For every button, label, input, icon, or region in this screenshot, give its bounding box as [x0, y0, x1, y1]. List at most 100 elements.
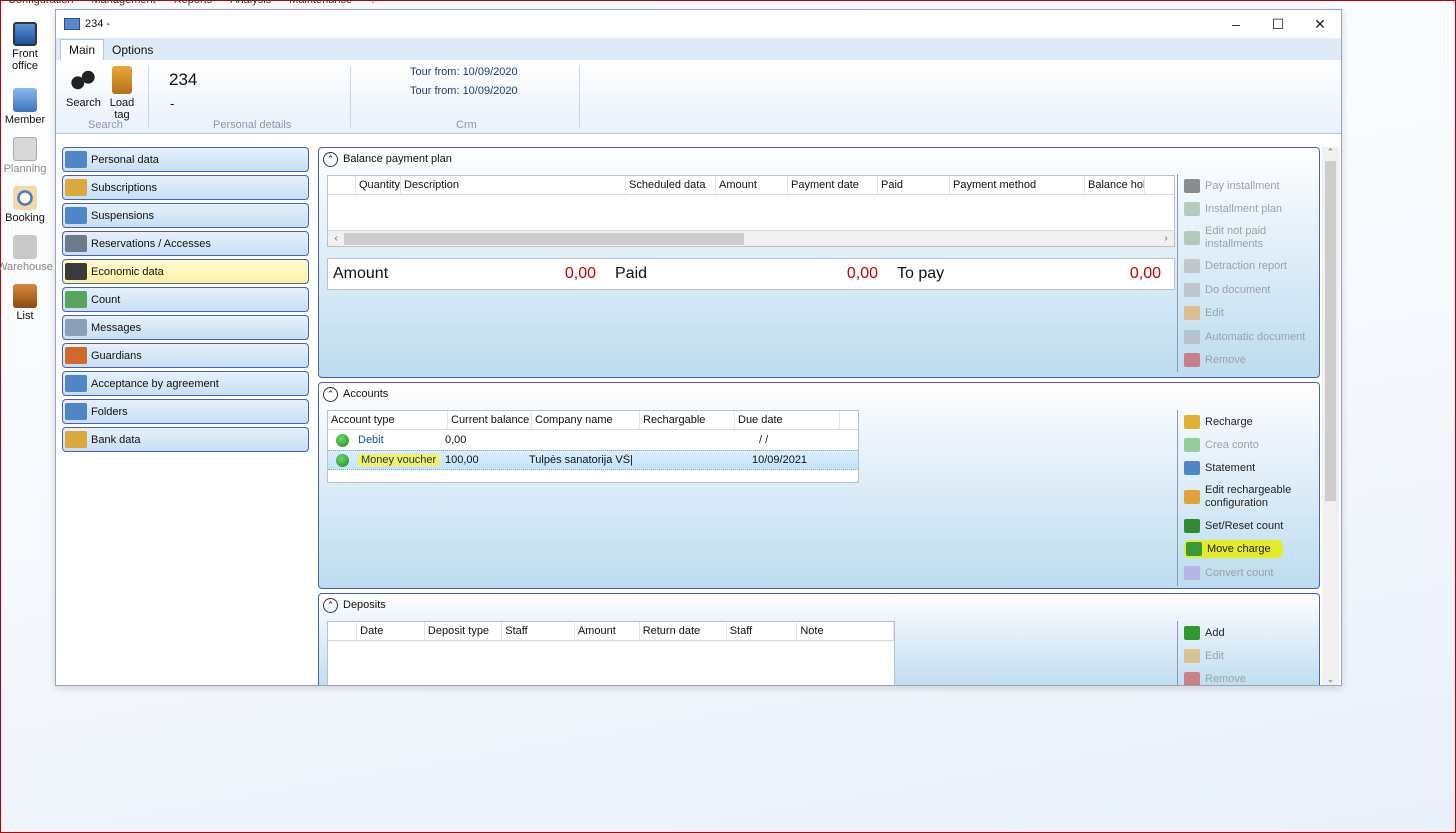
set-reset-count-button[interactable]: Set/Reset count: [1178, 514, 1319, 537]
column-header[interactable]: Due date: [735, 411, 840, 429]
menu-maintenance[interactable]: Maintenance: [289, 0, 352, 8]
automatic-document-button[interactable]: Automatic document: [1178, 325, 1319, 348]
nav-item-bank-data[interactable]: Bank data: [62, 427, 309, 452]
move-charge-button[interactable]: Move charge: [1178, 538, 1319, 561]
column-header[interactable]: Account type: [328, 411, 448, 429]
detraction-report-button[interactable]: Detraction report: [1178, 255, 1319, 278]
column-header[interactable]: Deposit type: [425, 622, 503, 640]
nav-item-personal-data[interactable]: Personal data: [62, 147, 309, 172]
column-header[interactable]: Company name: [532, 411, 640, 429]
action-label: Installment plan: [1205, 203, 1283, 216]
column-header[interactable]: Staff: [502, 622, 575, 640]
maximize-button[interactable]: ☐: [1257, 10, 1299, 38]
column-header[interactable]: [328, 176, 356, 194]
binoculars-icon: [70, 66, 97, 94]
close-button[interactable]: ✕: [1299, 10, 1341, 38]
checklist-icon: [65, 235, 87, 252]
sidebar-item-planning[interactable]: Planning: [0, 137, 50, 175]
statement-icon: [1184, 461, 1200, 476]
deposits-actions: Add Edit Remove: [1177, 621, 1319, 685]
remove-button[interactable]: Remove: [1178, 668, 1319, 685]
column-header[interactable]: Payment date: [788, 176, 878, 194]
menu-reports[interactable]: Reports: [174, 0, 213, 8]
sidebar-item-booking[interactable]: Booking: [0, 186, 50, 224]
menu-analysis[interactable]: Analysis: [230, 0, 271, 8]
pay-icon: [1184, 178, 1200, 193]
column-header[interactable]: Description: [401, 176, 626, 194]
scroll-thumb[interactable]: [1325, 161, 1336, 501]
pay-installment-button[interactable]: Pay installment: [1178, 174, 1319, 197]
column-header[interactable]: Paid: [878, 176, 950, 194]
scroll-down-icon[interactable]: ⌄: [1322, 674, 1339, 685]
do-document-button[interactable]: Do document: [1178, 278, 1319, 301]
collapse-icon[interactable]: ⌃: [323, 151, 338, 167]
balance-grid[interactable]: Quantity Description Scheduled data Amount P…: [327, 175, 1175, 247]
scroll-left-icon[interactable]: ‹: [328, 233, 344, 244]
column-header[interactable]: Date: [357, 622, 425, 640]
sidebar-item-list[interactable]: List: [0, 284, 50, 322]
crm-tour-line[interactable]: Tour from: 10/09/2020: [410, 66, 518, 78]
nav-item-economic-data[interactable]: Economic data: [62, 259, 309, 284]
column-header[interactable]: Amount: [716, 176, 788, 194]
tab-options[interactable]: Options: [104, 40, 161, 60]
recharge-button[interactable]: Recharge: [1178, 410, 1319, 433]
statement-button[interactable]: Statement: [1178, 457, 1319, 480]
edit-not-paid-installments-button[interactable]: Edit not paid installments: [1178, 221, 1319, 255]
remove-button[interactable]: Remove: [1178, 348, 1319, 371]
menu-help[interactable]: ?: [370, 0, 376, 8]
sidebar-item-member[interactable]: Member: [0, 88, 50, 126]
nav-item-count[interactable]: Count: [62, 287, 309, 312]
table-row[interactable]: Debit 0,00 / /: [328, 430, 858, 450]
deposits-grid[interactable]: Date Deposit type Staff Amount Return date St…: [327, 621, 895, 685]
load-tag-button[interactable]: Load tag: [110, 66, 134, 121]
menu-configuration[interactable]: Configuration: [8, 0, 73, 8]
minimize-button[interactable]: –: [1215, 10, 1257, 38]
cell-balance: 100,00: [445, 454, 479, 466]
stethoscope-icon: [65, 403, 87, 420]
column-header[interactable]: Return date: [640, 622, 727, 640]
nav-item-label: Subscriptions: [91, 181, 158, 194]
add-button[interactable]: Add: [1178, 621, 1319, 644]
column-header[interactable]: Note: [797, 622, 894, 640]
edit-button[interactable]: Edit: [1178, 644, 1319, 667]
nav-item-acceptance-by-agreement[interactable]: Acceptance by agreement: [62, 371, 309, 396]
menu-management[interactable]: Management: [91, 0, 155, 8]
accounts-grid[interactable]: Account type Current balance Company name R…: [327, 410, 859, 483]
column-header[interactable]: Amount: [575, 622, 640, 640]
nav-item-subscriptions[interactable]: Subscriptions: [62, 175, 309, 200]
search-button[interactable]: Search: [66, 66, 101, 109]
column-header[interactable]: Rechargable: [640, 411, 735, 429]
crea-conto-button[interactable]: Crea conto: [1178, 433, 1319, 456]
installment-plan-button[interactable]: Installment plan: [1178, 197, 1319, 220]
scroll-right-icon[interactable]: ›: [1158, 233, 1174, 244]
column-header[interactable]: [328, 622, 358, 640]
amount-label: Amount: [333, 265, 389, 282]
crm-tour-line[interactable]: Tour from: 10/09/2020: [410, 85, 518, 97]
action-label: Edit rechargeable configuration: [1205, 484, 1292, 510]
vertical-scrollbar[interactable]: ⌃ ⌄: [1322, 147, 1339, 685]
convert-count-button[interactable]: Convert count: [1178, 561, 1319, 584]
scroll-up-icon[interactable]: ⌃: [1322, 147, 1339, 158]
horizontal-scrollbar[interactable]: ‹ ›: [328, 230, 1174, 246]
sidebar-item-front-office[interactable]: Front office: [0, 22, 50, 72]
column-header[interactable]: Quantity: [356, 176, 401, 194]
edit-rechargeable-configuration-button[interactable]: Edit rechargeable configuration: [1178, 480, 1319, 514]
sidebar-item-warehouse[interactable]: Warehouse: [0, 235, 54, 273]
column-header[interactable]: Balance hold: [1085, 176, 1145, 194]
column-header[interactable]: Payment method: [950, 176, 1085, 194]
collapse-icon[interactable]: ⌃: [323, 597, 338, 613]
table-row[interactable]: Money voucher 100,00 Tulpės sanatorija VŠ|…: [328, 450, 858, 470]
scroll-thumb[interactable]: [344, 232, 744, 245]
column-header[interactable]: Staff: [727, 622, 798, 640]
nav-item-guardians[interactable]: Guardians: [62, 343, 309, 368]
edit-button[interactable]: Edit: [1178, 302, 1319, 325]
column-header[interactable]: Current balance: [448, 411, 532, 429]
action-label: Set/Reset count: [1205, 519, 1284, 532]
nav-item-folders[interactable]: Folders: [62, 399, 309, 424]
nav-item-suspensions[interactable]: Suspensions: [62, 203, 309, 228]
collapse-icon[interactable]: ⌃: [323, 386, 338, 402]
nav-item-reservations-accesses[interactable]: Reservations / Accesses: [62, 231, 309, 256]
column-header[interactable]: Scheduled data: [626, 176, 716, 194]
tab-main[interactable]: Main: [60, 39, 105, 60]
nav-item-messages[interactable]: Messages: [62, 315, 309, 340]
